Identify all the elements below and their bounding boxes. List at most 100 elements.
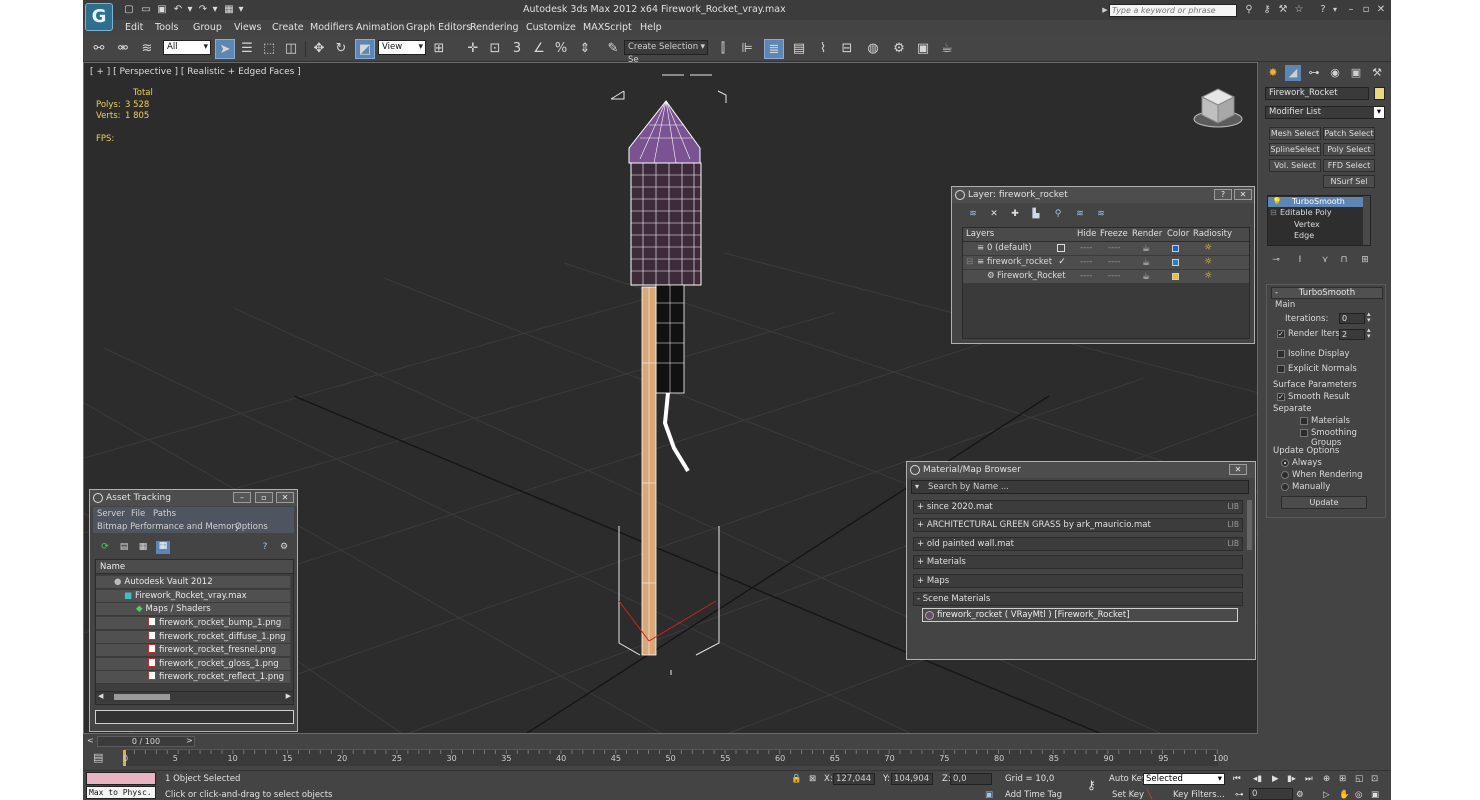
delete-layer-icon[interactable]: ✕	[989, 209, 999, 219]
modify-tab-icon[interactable]: ◢	[1285, 65, 1301, 81]
explicit-normals-checkbox[interactable]	[1277, 365, 1285, 373]
select-scale-icon[interactable]: ◩	[355, 39, 375, 59]
material-editor-icon[interactable]: ◍	[863, 39, 883, 59]
table-view-icon[interactable]: ▦	[138, 542, 148, 552]
materials-group-row[interactable]: + Materials	[913, 555, 1243, 569]
render-setup-icon[interactable]: ⚙	[889, 39, 909, 59]
subscription-key-icon[interactable]: ⚷	[1261, 4, 1273, 16]
selection-lock-icon[interactable]: 🔒	[791, 773, 802, 785]
material-library-row[interactable]: + old painted wall.mat LIB	[913, 537, 1243, 551]
ffd-select-button[interactable]: FFD Select	[1323, 159, 1375, 172]
motion-tab-icon[interactable]: ◉	[1327, 65, 1343, 81]
settings-icon[interactable]: ⚙	[279, 542, 289, 552]
scroll-right-icon[interactable]: ▶	[286, 692, 291, 700]
time-slider-prev-icon[interactable]: <	[87, 736, 94, 745]
named-selection-dropdown[interactable]: Create Selection Se	[624, 40, 708, 65]
column-color[interactable]: Color	[1167, 228, 1189, 241]
freeze-toggle[interactable]: ----	[1108, 256, 1120, 269]
hide-toggle[interactable]: ----	[1080, 270, 1092, 283]
turbosmooth-rollout-title[interactable]: - TurboSmooth	[1271, 287, 1383, 299]
time-tag-icon[interactable]: ▣	[985, 789, 993, 800]
bind-space-warp-icon[interactable]: ≋	[137, 39, 157, 59]
material-library-row[interactable]: + since 2020.mat LIB	[913, 500, 1243, 514]
radiosity-sun-icon[interactable]: ☼	[1203, 271, 1213, 281]
maximize-viewport-icon[interactable]: ▣	[1371, 789, 1379, 800]
object-color-swatch[interactable]	[1374, 87, 1385, 100]
set-key-mode-icon[interactable]: ╲	[1147, 789, 1152, 800]
redo-icon[interactable]: ↷	[197, 4, 209, 16]
menu-server[interactable]: Server	[97, 509, 125, 519]
patch-select-button[interactable]: Patch Select	[1323, 127, 1375, 140]
menu-views[interactable]: Views	[234, 22, 262, 33]
menu-animation[interactable]: Animation	[356, 22, 404, 33]
snaps-toggle-icon[interactable]: 3	[507, 39, 527, 59]
layer-manager-icon[interactable]: ≣	[764, 39, 784, 59]
highlight-selected-icon[interactable]: ⚲	[1053, 209, 1063, 219]
next-frame-icon[interactable]: ▮▸	[1287, 773, 1296, 785]
render-iters-checkbox[interactable]: ✓	[1277, 330, 1285, 338]
horizontal-scrollbar[interactable]: ◀ ▶	[96, 691, 293, 702]
menu-help[interactable]: Help	[640, 22, 662, 33]
go-to-start-icon[interactable]: ⏮	[1233, 773, 1241, 785]
stack-item-editable-poly[interactable]: ⊟ Editable Poly	[1268, 208, 1370, 218]
maxscript-listener-pink[interactable]	[86, 772, 156, 785]
tree-item-map-file[interactable]: firework_rocket_gloss_1.png	[96, 658, 290, 671]
menu-graph-editors[interactable]: Graph Editors	[406, 22, 471, 33]
zoom-extents-icon[interactable]: ◱	[1355, 773, 1363, 785]
binoculars-icon[interactable]: ⚲	[1243, 4, 1255, 16]
menu-maxscript[interactable]: MAXScript	[583, 22, 632, 33]
column-hide[interactable]: Hide	[1077, 228, 1096, 241]
close-icon[interactable]: ✕	[1234, 189, 1252, 200]
separate-materials-checkbox[interactable]	[1300, 417, 1308, 425]
zoom-all-icon[interactable]: ⊞	[1339, 773, 1346, 785]
maximize-icon[interactable]: ▫	[255, 492, 273, 503]
add-time-tag-button[interactable]: Add Time Tag	[1005, 789, 1062, 800]
tree-item-map-file[interactable]: firework_rocket_diffuse_1.png	[96, 631, 290, 644]
close-window-icon[interactable]: ✕	[1375, 4, 1387, 16]
menu-group[interactable]: Group	[193, 22, 222, 33]
link-icon[interactable]: ⚯	[89, 39, 109, 59]
tree-item-map-file[interactable]: firework_rocket_reflect_1.png	[96, 671, 290, 684]
column-render[interactable]: Render	[1132, 228, 1162, 241]
percent-snap-icon[interactable]: %	[551, 39, 571, 59]
close-icon[interactable]: ✕	[276, 492, 294, 503]
viewcube[interactable]	[1192, 85, 1244, 131]
menu-file[interactable]: File	[131, 509, 145, 519]
tree-item-map-file[interactable]: firework_rocket_fresnel.png	[96, 644, 290, 657]
redo-dropdown-icon[interactable]: ▾	[209, 4, 221, 16]
create-layer-icon[interactable]: ≋	[968, 209, 978, 219]
radiosity-sun-icon[interactable]: ☼	[1203, 257, 1213, 267]
layer-color-swatch[interactable]	[1172, 259, 1179, 266]
current-layer-check-icon[interactable]: ✓	[1057, 257, 1067, 267]
options-dropdown-icon[interactable]: ▾	[915, 482, 919, 491]
freeze-toggle[interactable]: ----	[1108, 270, 1120, 283]
help-icon[interactable]: ?	[1317, 4, 1329, 16]
radiosity-sun-icon[interactable]: ☼	[1203, 243, 1213, 253]
material-search-bar[interactable]: ▾ Search by Name ...	[911, 480, 1249, 494]
edit-named-selection-icon[interactable]: ✎	[603, 39, 623, 59]
undo-icon[interactable]: ↶	[172, 4, 184, 16]
time-slider[interactable]: 0 / 100	[97, 736, 195, 747]
close-icon[interactable]: ✕	[1229, 464, 1247, 475]
schematic-view-icon[interactable]: ⊟	[837, 39, 857, 59]
zoom-icon[interactable]: ⊕	[1323, 773, 1330, 785]
key-filters-button[interactable]: Key Filters...	[1173, 789, 1225, 800]
update-manually-radio[interactable]	[1281, 483, 1289, 491]
tree-item-vault[interactable]: ● Autodesk Vault 2012	[96, 576, 290, 589]
refresh-icon[interactable]: ⟳	[100, 542, 110, 552]
auto-key-button[interactable]: Auto Key	[1109, 773, 1147, 785]
iterations-spinner[interactable]: 0	[1339, 313, 1365, 324]
update-always-radio[interactable]	[1281, 459, 1289, 467]
menu-modifiers[interactable]: Modifiers	[310, 22, 353, 33]
application-button[interactable]: G	[85, 3, 113, 31]
browser-scrollbar[interactable]	[1247, 500, 1252, 550]
poly-select-button[interactable]: Poly Select	[1323, 143, 1375, 156]
mini-curve-editor-icon[interactable]: ▤	[93, 751, 103, 764]
restore-window-icon[interactable]: ▫	[1360, 4, 1372, 16]
mesh-select-button[interactable]: Mesh Select	[1269, 127, 1321, 140]
search-by-name-input[interactable]: Search by Name ...	[928, 482, 1009, 492]
help-dropdown-icon[interactable]: ▾	[1329, 4, 1341, 16]
unlink-icon[interactable]: ⚮	[113, 39, 133, 59]
render-production-icon[interactable]: ☕	[937, 39, 957, 59]
hide-toggle[interactable]: ----	[1080, 242, 1092, 255]
